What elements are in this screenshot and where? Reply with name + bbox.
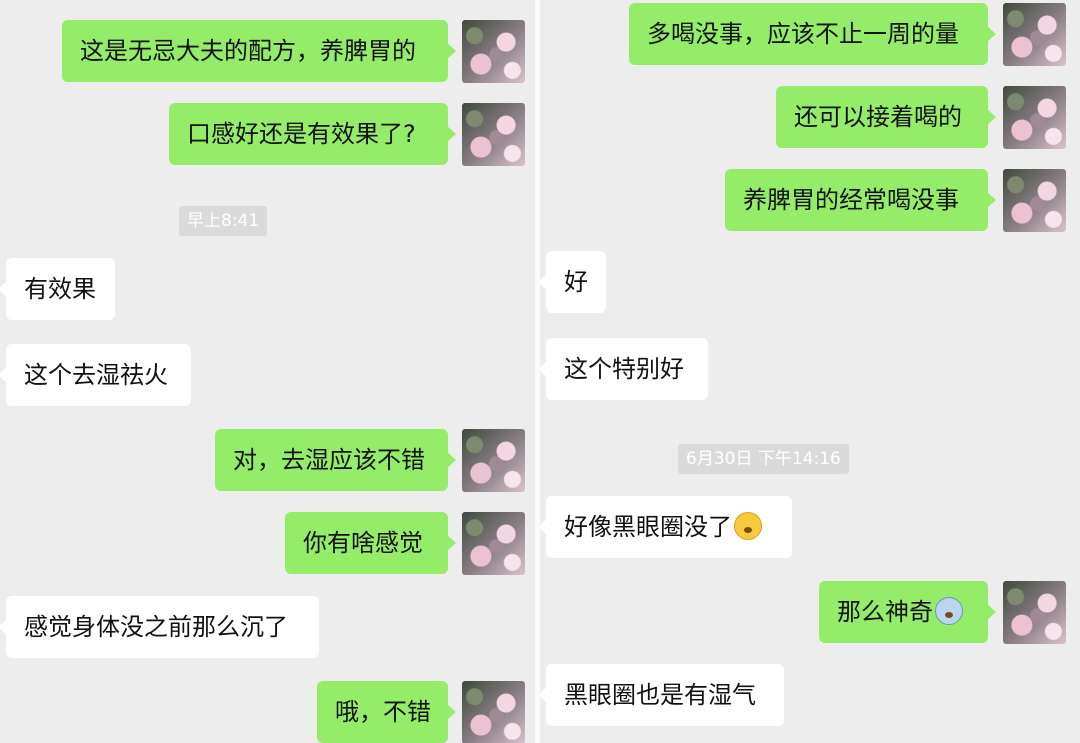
avatar[interactable] xyxy=(1003,581,1066,644)
message-text: 有效果 xyxy=(24,275,96,303)
chat-panel-right: 多喝没事，应该不止一周的量 还可以接着喝的 养脾胃的经常喝没事 好 这个特别好 … xyxy=(540,0,1080,743)
message-bubble-outgoing[interactable]: 哦，不错 xyxy=(317,681,456,743)
message-text: 还可以接着喝的 xyxy=(794,103,962,131)
avatar[interactable] xyxy=(462,429,525,492)
message-text: 你有啥感觉 xyxy=(303,529,423,557)
avatar[interactable] xyxy=(462,103,525,166)
message-bubble-outgoing[interactable]: 那么神奇 xyxy=(819,581,996,643)
thinking-face-icon xyxy=(734,512,762,540)
message-bubble-incoming[interactable]: 感觉身体没之前那么沉了 xyxy=(0,596,319,658)
timestamp: 6月30日 下午14:16 xyxy=(678,444,849,474)
message-text: 对，去湿应该不错 xyxy=(233,446,425,474)
avatar[interactable] xyxy=(1003,3,1066,66)
chat-panel-left: 这是无忌大夫的配方，养脾胃的 口感好还是有效果了? 早上8:41 有效果 这个去… xyxy=(0,0,535,743)
message-text: 哦，不错 xyxy=(335,698,431,726)
message-bubble-outgoing[interactable]: 这是无忌大夫的配方，养脾胃的 xyxy=(62,20,456,82)
message-text: 这个去湿祛火 xyxy=(24,361,168,389)
message-bubble-incoming[interactable]: 好像黑眼圈没了 xyxy=(540,496,792,558)
message-text: 感觉身体没之前那么沉了 xyxy=(24,613,288,641)
message-bubble-incoming[interactable]: 好 xyxy=(540,251,606,313)
message-bubble-incoming[interactable]: 黑眼圈也是有湿气 xyxy=(540,664,784,726)
message-bubble-outgoing[interactable]: 你有啥感觉 xyxy=(285,512,456,574)
timestamp: 早上8:41 xyxy=(179,206,268,236)
message-bubble-incoming[interactable]: 这个特别好 xyxy=(540,338,708,400)
avatar[interactable] xyxy=(462,512,525,575)
screaming-face-icon xyxy=(935,597,963,625)
message-bubble-incoming[interactable]: 有效果 xyxy=(0,258,115,320)
message-bubble-incoming[interactable]: 这个去湿祛火 xyxy=(0,344,191,406)
avatar[interactable] xyxy=(462,20,525,83)
message-text: 好像黑眼圈没了 xyxy=(564,513,732,541)
message-text: 好 xyxy=(564,268,588,296)
message-bubble-outgoing[interactable]: 养脾胃的经常喝没事 xyxy=(725,169,996,231)
message-text: 这是无忌大夫的配方，养脾胃的 xyxy=(80,37,416,65)
avatar[interactable] xyxy=(1003,169,1066,232)
avatar[interactable] xyxy=(462,681,525,743)
message-text: 这个特别好 xyxy=(564,355,684,383)
message-text: 养脾胃的经常喝没事 xyxy=(743,186,959,214)
message-text: 黑眼圈也是有湿气 xyxy=(564,681,756,709)
message-bubble-outgoing[interactable]: 还可以接着喝的 xyxy=(776,86,996,148)
message-text: 口感好还是有效果了? xyxy=(187,120,416,148)
message-bubble-outgoing[interactable]: 对，去湿应该不错 xyxy=(215,429,456,491)
message-bubble-outgoing[interactable]: 多喝没事，应该不止一周的量 xyxy=(629,3,996,65)
message-bubble-outgoing[interactable]: 口感好还是有效果了? xyxy=(169,103,456,165)
message-text: 多喝没事，应该不止一周的量 xyxy=(647,20,959,48)
message-text: 那么神奇 xyxy=(837,598,933,626)
avatar[interactable] xyxy=(1003,86,1066,149)
